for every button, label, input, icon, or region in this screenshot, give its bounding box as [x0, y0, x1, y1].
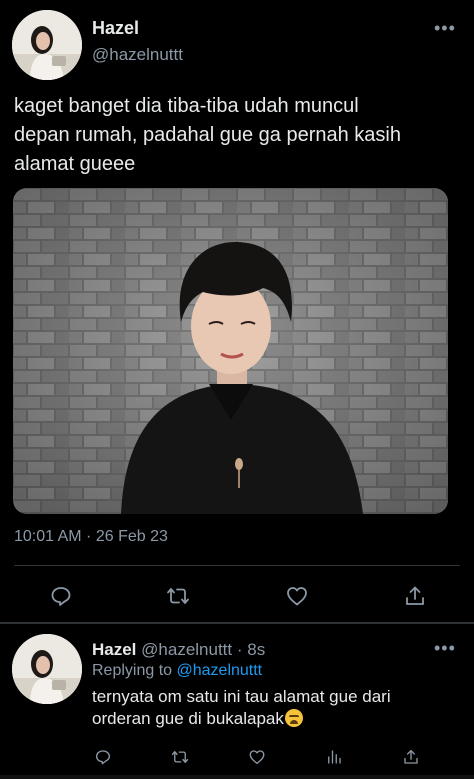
reply-tweet[interactable]: Hazel @hazelnuttt · 8s ••• Replying to @…	[0, 624, 474, 779]
retweet-icon[interactable]	[163, 581, 193, 611]
reply-text-line: ternyata om satu ini tau alamat gue dari	[92, 687, 391, 706]
author-handle-time[interactable]: @hazelnuttt · 8s	[141, 640, 265, 659]
avatar-image	[12, 10, 82, 80]
like-icon[interactable]	[282, 581, 312, 611]
replying-to-label: Replying to	[92, 662, 173, 679]
avatar-image	[12, 634, 82, 704]
views-icon[interactable]	[319, 742, 349, 772]
photo-image	[13, 188, 448, 514]
reply-text: ternyata om satu ini tau alamat gue dari…	[92, 686, 462, 730]
retweet-icon[interactable]	[165, 742, 195, 772]
more-options-icon[interactable]: •••	[434, 638, 456, 659]
author-name[interactable]: Hazel	[92, 18, 139, 39]
tweet-timestamp[interactable]: 10:01 AM · 26 Feb 23	[14, 528, 168, 546]
tweet-text-line: kaget banget dia tiba-tiba udah muncul	[14, 95, 359, 117]
divider	[14, 565, 460, 566]
tweet-text-line: alamat gueee	[14, 153, 136, 175]
tweet-text-line: depan rumah, padahal gue ga pernah kasih	[14, 124, 401, 146]
avatar[interactable]	[12, 10, 82, 80]
author-name[interactable]: Hazel	[92, 640, 136, 659]
reply-text-line: orderan gue di bukalapak	[92, 708, 462, 730]
author-handle[interactable]: @hazelnuttt	[92, 45, 183, 65]
share-icon[interactable]	[396, 742, 426, 772]
more-options-icon[interactable]: •••	[434, 18, 456, 39]
tweet-text: kaget banget dia tiba-tiba udah muncul d…	[14, 92, 466, 179]
reply-icon[interactable]	[46, 581, 76, 611]
next-tweet-edge	[0, 775, 474, 779]
tweet-media-photo[interactable]	[13, 188, 448, 514]
weary-face-emoji	[284, 709, 303, 727]
avatar[interactable]	[12, 634, 82, 704]
like-icon[interactable]	[242, 742, 272, 772]
replying-to-handle[interactable]: @hazelnuttt	[177, 662, 263, 679]
main-tweet: Hazel @hazelnuttt ••• kaget banget dia t…	[0, 0, 474, 622]
reply-header: Hazel @hazelnuttt · 8s	[92, 640, 265, 660]
replying-to: Replying to @hazelnuttt	[92, 662, 262, 680]
reply-text-line-content: orderan gue di bukalapak	[92, 709, 284, 728]
share-icon[interactable]	[400, 581, 430, 611]
reply-icon[interactable]	[88, 742, 118, 772]
